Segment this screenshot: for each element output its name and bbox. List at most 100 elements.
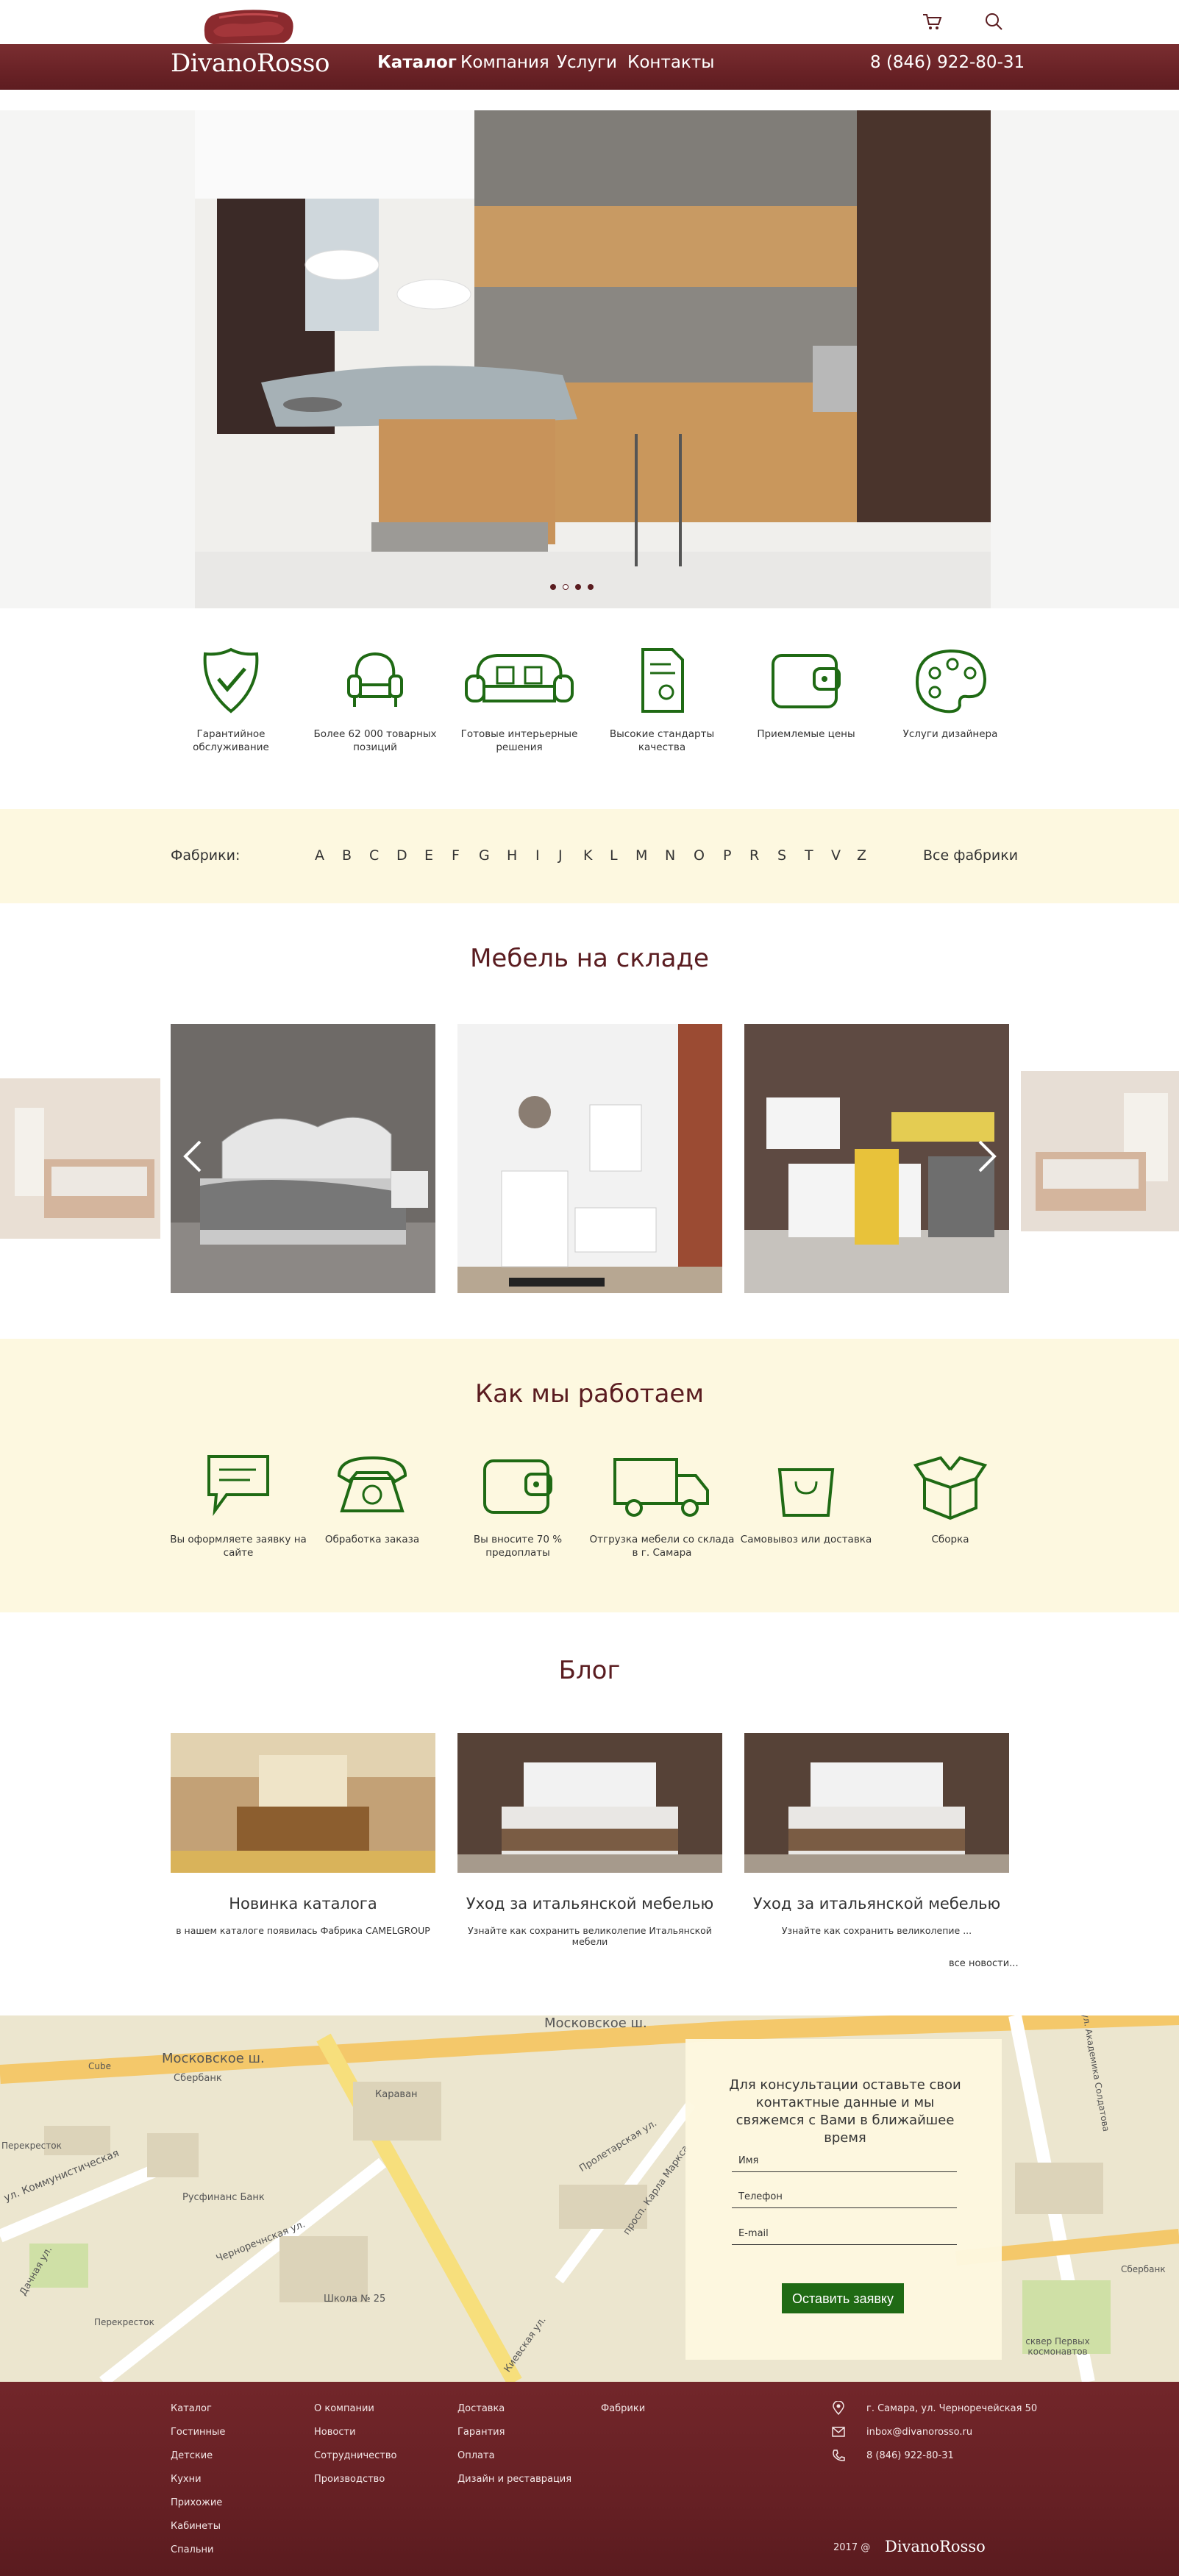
hero-slider[interactable]	[0, 110, 1179, 608]
factory-letter[interactable]: O	[694, 847, 705, 864]
factory-letter[interactable]: P	[723, 847, 731, 864]
stock-item-bedroom[interactable]	[171, 1024, 435, 1293]
phone-field[interactable]: Телефон	[738, 2191, 783, 2202]
stock-prev-item[interactable]	[0, 1078, 160, 1239]
step-delivery: Самовывоз или доставка	[733, 1449, 880, 1546]
cart-icon[interactable]	[921, 10, 943, 32]
header-phone[interactable]: 8 (846) 922-80-31	[870, 53, 1025, 72]
step-caption: Самовывоз или доставка	[740, 1534, 872, 1545]
factory-letter[interactable]: T	[805, 847, 813, 864]
certificate-icon	[641, 648, 684, 713]
factory-letter[interactable]: D	[396, 847, 407, 864]
form-title: Для консультации оставьте свои контактны…	[729, 2077, 961, 2146]
footer-link[interactable]: Сотрудничество	[314, 2450, 397, 2461]
map-label: Караван	[375, 2089, 418, 2100]
footer-link[interactable]: Оплата	[457, 2450, 495, 2461]
step-caption: Обработка заказа	[324, 1534, 420, 1545]
factory-letter[interactable]: E	[424, 847, 433, 864]
map-label: Перекресток	[94, 2317, 154, 2327]
slide-dot[interactable]	[563, 584, 569, 590]
open-box-icon	[913, 1456, 988, 1520]
nav-services[interactable]: Услуги	[557, 53, 617, 72]
hero-next-slide[interactable]	[991, 110, 1179, 608]
step-shipment: Отгрузка мебели со склада в г. Самара	[588, 1449, 735, 1559]
factory-letter[interactable]: F	[452, 847, 460, 864]
footer-phone[interactable]: 8 (846) 922-80-31	[866, 2450, 954, 2461]
factory-letter[interactable]: I	[535, 847, 540, 864]
stock-title: Мебель на складе	[470, 944, 709, 973]
footer-link[interactable]: Дизайн и реставрация	[457, 2474, 571, 2485]
footer-link[interactable]: Доставка	[457, 2403, 505, 2414]
location-pin-icon	[833, 2401, 844, 2416]
factory-letter[interactable]: K	[583, 847, 592, 864]
phone-icon	[337, 1456, 407, 1512]
feature-designer: Услуги дизайнера	[877, 644, 1024, 741]
map-label: Школа № 25	[324, 2294, 386, 2305]
brand-logo[interactable]: DivanoRosso	[171, 49, 330, 78]
stock-item-kitchen[interactable]	[744, 1024, 1009, 1293]
hero-pagination[interactable]	[550, 579, 600, 593]
step-caption: Сборка	[931, 1534, 969, 1545]
footer-link[interactable]: Гостинные	[171, 2427, 225, 2438]
factory-letter[interactable]: J	[558, 847, 563, 864]
factory-letter[interactable]: A	[315, 847, 324, 864]
map-background	[0, 2015, 1179, 2382]
step-caption: Отгрузка мебели со склада в г. Самара	[589, 1534, 735, 1559]
nav-company[interactable]: Компания	[460, 53, 549, 72]
name-field[interactable]: Имя	[738, 2155, 758, 2166]
stock-item-hallway[interactable]	[457, 1024, 722, 1293]
blog-image-2[interactable]	[457, 1733, 722, 1873]
feature-caption: Высокие стандарты качества	[609, 728, 715, 753]
factory-letter[interactable]: B	[342, 847, 352, 864]
factory-letter[interactable]: V	[831, 847, 841, 864]
blog-post-excerpt: Узнайте как сохранить великолепие Италья…	[468, 1925, 712, 1947]
factory-letter[interactable]: S	[777, 847, 786, 864]
factory-letter[interactable]: C	[369, 847, 379, 864]
blog-image-1[interactable]	[171, 1733, 435, 1873]
factory-letter[interactable]: G	[479, 847, 490, 864]
footer-logo[interactable]: DivanoRosso	[885, 2538, 986, 2555]
footer-link[interactable]: Прихожие	[171, 2497, 222, 2508]
footer-link[interactable]: Детские	[171, 2450, 213, 2461]
email-field[interactable]: E-mail	[738, 2228, 769, 2239]
blog-post-title[interactable]: Уход за итальянской мебелью	[744, 1895, 1009, 1913]
map[interactable]: Московское ш. Московское ш. Сбербанк Кар…	[0, 2015, 1179, 2382]
search-icon[interactable]	[983, 10, 1005, 32]
footer-link[interactable]: Гарантия	[457, 2427, 505, 2438]
stock-next-item[interactable]	[1021, 1071, 1179, 1231]
copyright: 2017 @	[833, 2542, 871, 2553]
submit-request-button[interactable]: Оставить заявку	[782, 2283, 904, 2313]
slide-dot[interactable]	[588, 584, 594, 590]
footer-link[interactable]: Каталог	[171, 2403, 212, 2414]
map-label: Московское ш.	[544, 2015, 647, 2031]
blog-post-title[interactable]: Новинка каталога	[171, 1895, 435, 1913]
nav-contacts[interactable]: Контакты	[627, 53, 714, 72]
footer-link[interactable]: Производство	[314, 2474, 385, 2485]
all-factories-link[interactable]: Все фабрики	[923, 847, 1018, 864]
footer-link[interactable]: Фабрики	[601, 2403, 645, 2414]
slide-dot[interactable]	[550, 584, 556, 590]
all-news-link[interactable]: все новости...	[949, 1958, 1019, 1969]
palette-icon	[915, 649, 987, 714]
footer-link[interactable]: Новости	[314, 2427, 356, 2438]
factory-letter[interactable]: Z	[857, 847, 866, 864]
blog-post-title[interactable]: Уход за итальянской мебелью	[457, 1895, 722, 1913]
hero-prev-slide[interactable]	[0, 110, 195, 608]
footer-link[interactable]: О компании	[314, 2403, 374, 2414]
slide-dot[interactable]	[575, 584, 581, 590]
factory-letter[interactable]: N	[665, 847, 675, 864]
blog-image-3[interactable]	[744, 1733, 1009, 1873]
map-label: Перекресток	[1, 2141, 62, 2151]
factory-letter[interactable]: R	[749, 847, 759, 864]
nav-catalog[interactable]: Каталог	[377, 53, 457, 72]
logo-sofa-icon[interactable]	[197, 3, 300, 49]
footer-link[interactable]: Кухни	[171, 2474, 202, 2485]
map-label: Сбербанк	[1121, 2264, 1166, 2274]
shield-check-icon	[203, 647, 259, 714]
footer-link[interactable]: Спальни	[171, 2544, 213, 2555]
factory-letter[interactable]: H	[507, 847, 517, 864]
footer-link[interactable]: Кабинеты	[171, 2521, 221, 2532]
factory-letter[interactable]: M	[635, 847, 647, 864]
factory-letter[interactable]: L	[610, 847, 618, 864]
footer-email[interactable]: inbox@divanorosso.ru	[866, 2427, 972, 2438]
